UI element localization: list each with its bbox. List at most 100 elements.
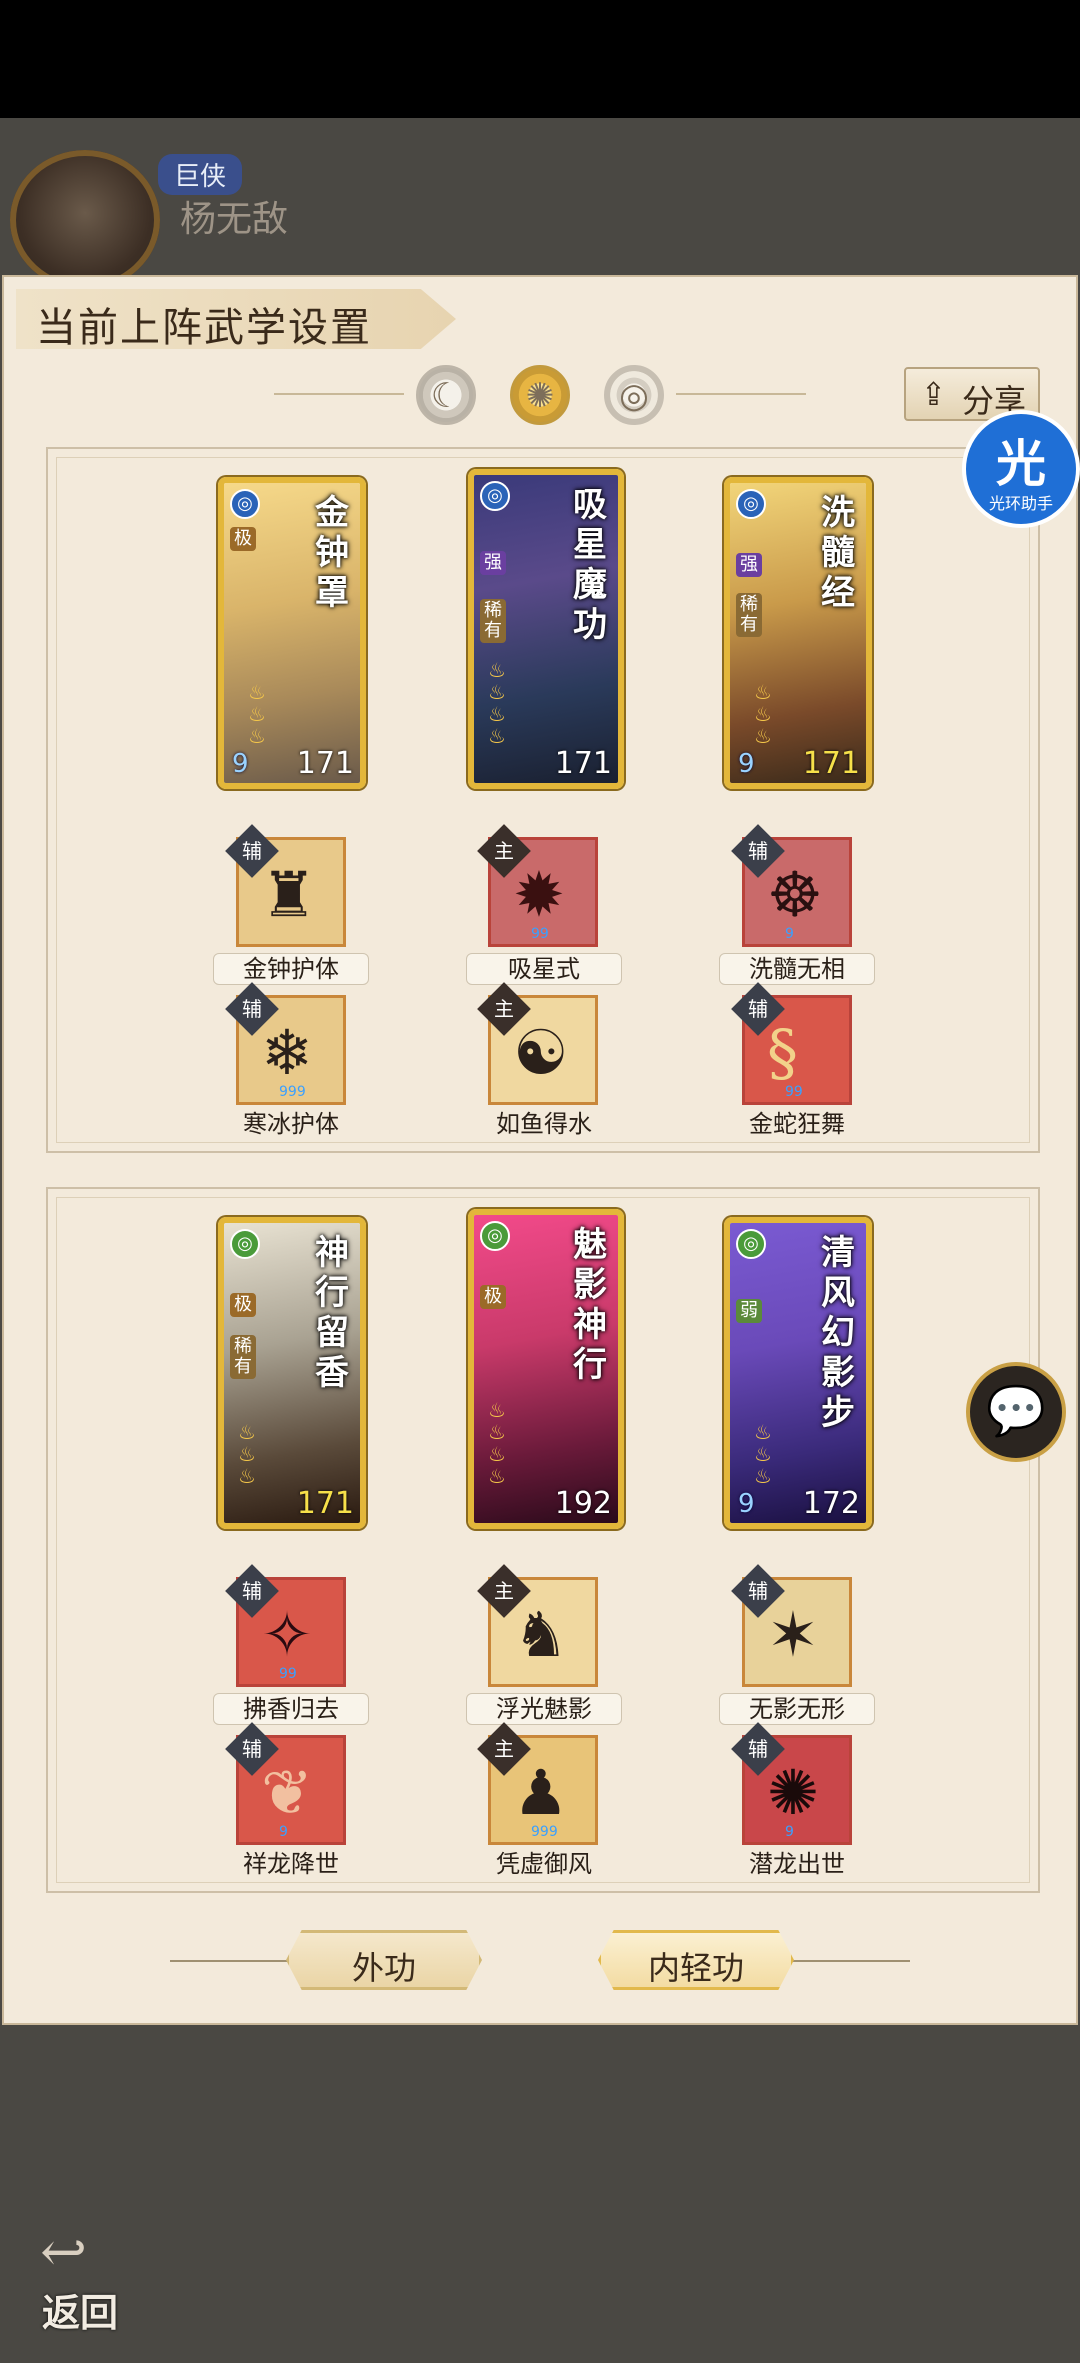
meditation-figure-icon: ☸: [767, 858, 823, 931]
card-art: [730, 1223, 866, 1523]
card-title: 清风幻影步: [821, 1233, 855, 1433]
tab-ring[interactable]: ◎: [604, 365, 664, 425]
tab-sun[interactable]: ✺: [510, 365, 570, 425]
card-tag-rare: 稀有: [736, 593, 762, 637]
skill-slot[interactable]: 辅 ❦ 9: [225, 1722, 346, 1845]
skill-badge: 辅: [225, 1722, 279, 1776]
card-tag: 极: [230, 527, 256, 551]
skill-slot[interactable]: 主 ☯: [477, 982, 598, 1105]
hidden-dragon-icon: ✺: [767, 1756, 819, 1829]
skill-label: 吸星式: [466, 953, 622, 985]
martial-card-3[interactable]: ◎ 强 稀有 洗髓经 ♨ ♨ ♨ 9 171: [724, 477, 872, 789]
skill-slot[interactable]: 辅 ✧ 99: [225, 1564, 346, 1687]
panel-title-tab: 当前上阵武学设置: [16, 289, 456, 349]
skill-slot[interactable]: 主 ✹ 99: [477, 824, 598, 947]
player-avatar[interactable]: [10, 150, 160, 290]
tab-outer-arts-label: 外功: [351, 1949, 416, 1987]
card-nine-mark: 9: [738, 749, 755, 779]
sun-icon: ✺: [525, 376, 555, 416]
skill-slot[interactable]: 辅 ✶: [731, 1564, 852, 1687]
skill-label: 凭虚御风: [496, 1850, 592, 1878]
card-tag-rare: 稀有: [230, 1335, 256, 1379]
panel-title: 当前上阵武学设置: [36, 305, 372, 351]
ice-figure-icon: ❄: [261, 1016, 313, 1089]
skill-slot[interactable]: 辅 § 99: [731, 982, 852, 1105]
tab-inner-arts[interactable]: 内轻功: [598, 1930, 794, 1990]
flame-icons: ♨ ♨ ♨: [248, 680, 266, 748]
card-level: 172: [802, 1486, 860, 1521]
card-tag: 极: [480, 1285, 506, 1309]
leaping-figure-icon: ♞: [513, 1598, 569, 1671]
running-figure-icon: ✶: [767, 1598, 819, 1671]
skill-badge: 辅: [225, 824, 279, 878]
martial-card-6[interactable]: ◎ 弱 清风幻影步 ♨ ♨ ♨ 9 172: [724, 1217, 872, 1529]
dancer-figure-icon: ✧: [261, 1598, 313, 1671]
skill-label: 祥龙降世: [243, 1850, 339, 1878]
skill-slot[interactable]: 辅 ☸ 9: [731, 824, 852, 947]
skill-badge: 辅: [225, 1564, 279, 1618]
skill-badge: 主: [477, 1722, 531, 1776]
loadout-group-outer-arts: ◎ 极 金钟罩 ♨ ♨ ♨ 9 171 ◎ 强 稀有 吸星魔功 ♨ ♨ ♨ ♨ 171 ◎…: [46, 447, 1040, 1153]
card-level: 192: [554, 1486, 612, 1521]
fighter-figure-icon: ☯: [513, 1016, 569, 1089]
chat-button[interactable]: 💬: [966, 1362, 1066, 1462]
flame-icons: ♨ ♨ ♨: [754, 1420, 772, 1488]
bottom-divider-right: [790, 1960, 910, 1962]
tab-moon[interactable]: ☾: [416, 365, 476, 425]
skill-slot[interactable]: 主 ♟ 999: [477, 1722, 598, 1845]
card-title: 吸星魔功: [573, 485, 607, 645]
card-level: 171: [554, 746, 612, 781]
vortex-icon: ✹: [513, 858, 565, 931]
loadout-group-inner-arts: ◎ 极 稀有 神行留香 ♨ ♨ ♨ 171 ◎ 极 魅影神行 ♨ ♨ ♨ ♨ 192 ◎ …: [46, 1187, 1040, 1893]
player-name: 杨无敌: [180, 199, 289, 240]
player-header: 巨侠 杨无敌: [10, 140, 530, 290]
skill-label: 寒冰护体: [243, 1110, 339, 1138]
skill-level-dots: 999: [279, 1084, 306, 1100]
skill-badge: 辅: [731, 1564, 785, 1618]
martial-card-1[interactable]: ◎ 极 金钟罩 ♨ ♨ ♨ 9 171: [218, 477, 366, 789]
ring-icon: ◎: [619, 376, 649, 416]
chat-bubble-icon: 💬: [986, 1383, 1046, 1439]
skill-level-dots: 99: [279, 1666, 297, 1682]
skill-badge: 主: [477, 982, 531, 1036]
tab-outer-arts[interactable]: 外功: [286, 1930, 482, 1990]
skill-slot[interactable]: 辅 ❄ 999: [225, 982, 346, 1105]
martial-card-4[interactable]: ◎ 极 稀有 神行留香 ♨ ♨ ♨ 171: [218, 1217, 366, 1529]
school-icon: ◎: [736, 1229, 766, 1259]
card-nine-mark: 9: [738, 1489, 755, 1519]
card-art: [224, 483, 360, 783]
moon-icon: ☾: [430, 376, 462, 416]
skill-label: 如鱼得水: [496, 1110, 592, 1138]
card-title: 金钟罩: [315, 493, 349, 613]
back-label: 返回: [42, 2290, 119, 2335]
school-icon: ◎: [480, 481, 510, 511]
card-title: 魅影神行: [573, 1225, 607, 1385]
skill-badge: 辅: [731, 1722, 785, 1776]
helper-logo: 光: [996, 434, 1046, 493]
skill-label: 无影无形: [719, 1693, 875, 1725]
school-icon: ◎: [230, 1229, 260, 1259]
skill-label: 金钟护体: [213, 953, 369, 985]
martial-card-2[interactable]: ◎ 强 稀有 吸星魔功 ♨ ♨ ♨ ♨ 171: [468, 469, 624, 789]
card-tag: 弱: [736, 1299, 762, 1323]
card-art: [730, 483, 866, 783]
status-bar-area: [0, 0, 1080, 118]
skill-label: 浮光魅影: [466, 1693, 622, 1725]
tab-inner-arts-label: 内轻功: [647, 1949, 744, 1987]
helper-overlay-button[interactable]: 光 光环助手: [962, 410, 1080, 528]
skill-level-dots: 9: [279, 1824, 288, 1840]
dragon-icon: ❦: [261, 1756, 313, 1829]
flame-icons: ♨ ♨ ♨ ♨: [488, 658, 506, 748]
skill-badge: 辅: [731, 824, 785, 878]
martial-card-5[interactable]: ◎ 极 魅影神行 ♨ ♨ ♨ ♨ 192: [468, 1209, 624, 1529]
back-button[interactable]: ↩ 返回: [30, 2220, 140, 2335]
skill-slot[interactable]: 辅 ♜: [225, 824, 346, 947]
skill-label: 金蛇狂舞: [749, 1110, 845, 1138]
back-arrow-icon: ↩: [40, 2220, 87, 2285]
skill-slot[interactable]: 辅 ✺ 9: [731, 1722, 852, 1845]
skill-slot[interactable]: 主 ♞: [477, 1564, 598, 1687]
golden-snake-icon: §: [767, 1016, 798, 1089]
card-art: [474, 475, 618, 783]
share-icon: ⇪: [920, 375, 947, 413]
flame-icons: ♨ ♨ ♨: [754, 680, 772, 748]
